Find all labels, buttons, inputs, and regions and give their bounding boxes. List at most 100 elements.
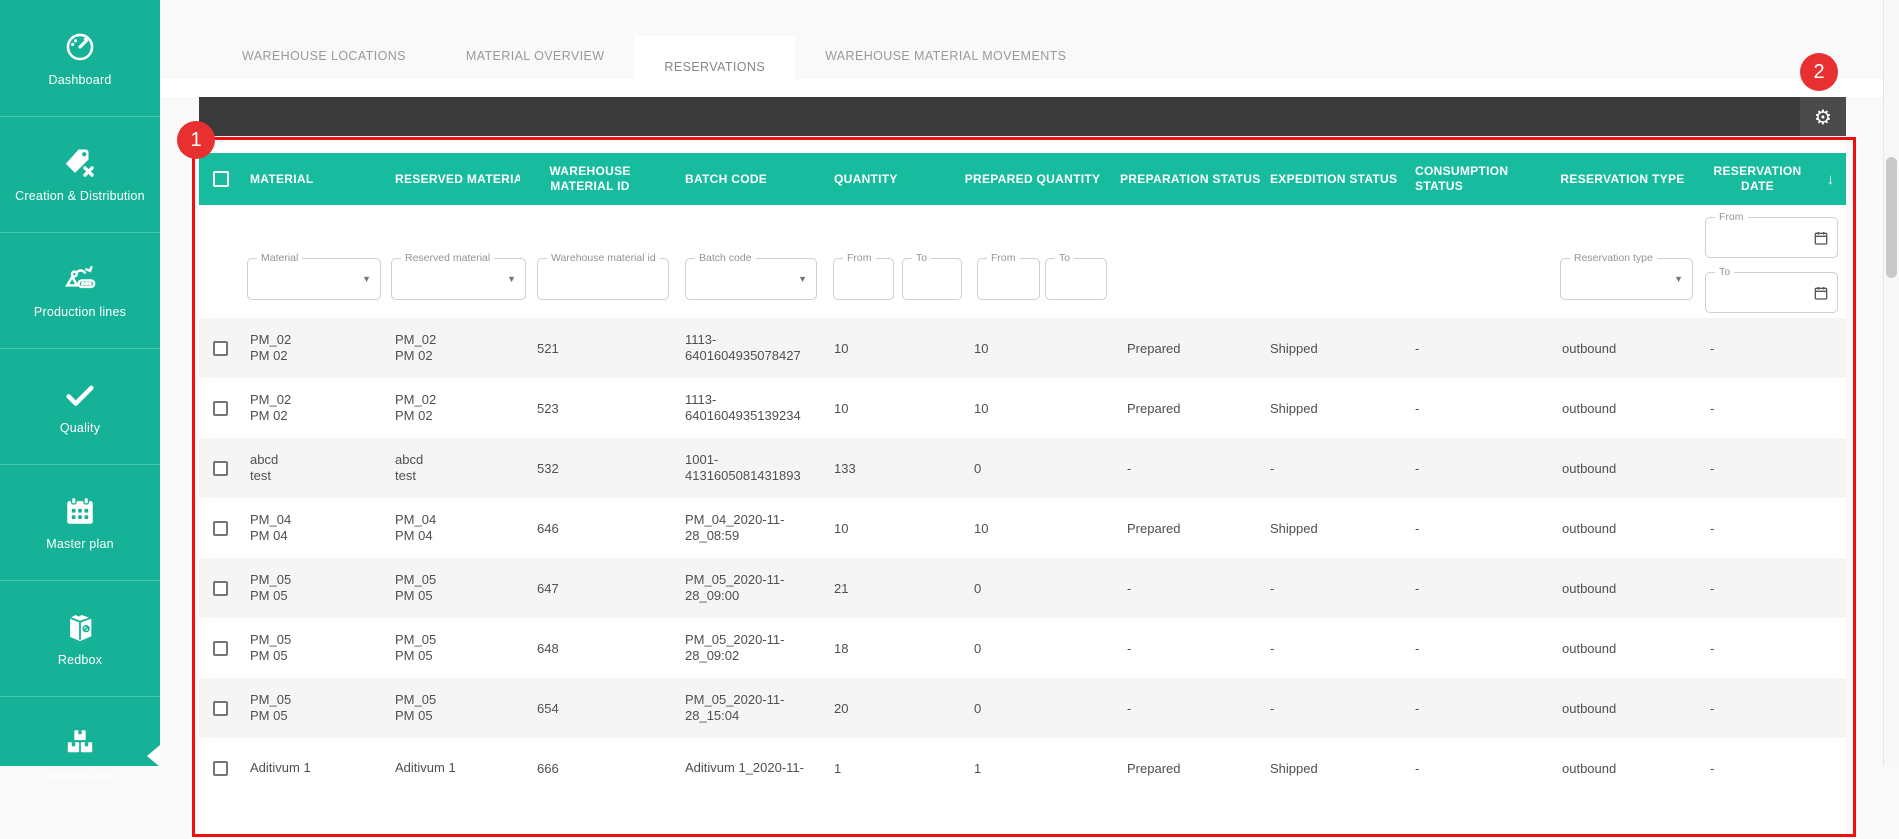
header-cell-reservation-type[interactable]: RESERVATION TYPE [1545,172,1700,187]
tab-material-overview[interactable]: MATERIAL OVERVIEW [436,36,635,76]
cell-material: abcd test [250,452,279,483]
table-row[interactable]: PM_05 PM 05 PM_05 PM 05 654 PM_05_2020-11-28_… [199,678,1846,738]
filter-reservation-type-input[interactable] [1569,267,1663,293]
sidebar-item-redbox[interactable]: Redbox [0,580,160,696]
table-row[interactable]: abcd test abcd test 532 1001-4131605081431893… [199,438,1846,498]
active-item-arrow-icon [147,745,160,767]
cell-reservation-type: outbound [1562,340,1617,356]
filter-reserved-material-select[interactable]: Reserved material ▼ [391,252,526,300]
cell-quantity: 18 [834,640,849,656]
filter-quantity-to[interactable]: To [902,252,962,300]
sidebar-item-dashboard[interactable]: Dashboard [0,0,160,116]
row-checkbox[interactable] [213,460,228,476]
chevron-down-icon: ▼ [362,274,371,284]
header-cell-quantity[interactable]: QUANTITY [830,172,955,187]
header-cell-batch-code[interactable]: BATCH CODE [660,172,830,187]
header-cell-prepared-quantity[interactable]: PREPARED QUANTITY [955,172,1110,187]
cell-quantity: 133 [834,460,856,476]
cell-warehouse-material-id: 666 [537,760,559,776]
cell-quantity: 21 [834,580,849,596]
filter-reserved-material-input[interactable] [400,267,495,293]
reservations-table: MATERIAL RESERVED MATERIAL WAREHOUSE MAT… [199,139,1846,839]
filter-warehouse-material-id-input[interactable] [546,267,656,293]
row-checkbox[interactable] [213,400,228,416]
header-cell-preparation-status[interactable]: PREPARATION STATUS [1110,172,1260,187]
header-cell-expedition-status[interactable]: EXPEDITION STATUS [1260,172,1405,187]
scrollbar-thumb[interactable] [1886,157,1897,278]
row-checkbox[interactable] [213,580,228,596]
vertical-scrollbar[interactable] [1883,0,1899,766]
filter-prepared-quantity-to[interactable]: To [1045,252,1107,300]
calendar-icon[interactable] [1813,285,1829,306]
table-row[interactable]: PM_05 PM 05 PM_05 PM 05 647 PM_05_2020-11-28_… [199,558,1846,618]
header-cell-reservation-date[interactable]: RESERVATION DATE [1700,164,1815,194]
filter-reservation-date-to-input[interactable] [1714,281,1802,307]
table-row[interactable]: PM_04 PM 04 PM_04 PM 04 646 PM_04_2020-11-28_… [199,498,1846,558]
header-cell-material[interactable]: MATERIAL [240,172,385,187]
filter-reservation-date-to[interactable]: To [1705,266,1838,313]
cell-prepared-quantity: 10 [974,520,989,536]
sidebar-item-creation-distribution[interactable]: Creation & Distribution [0,116,160,232]
filter-batch-code-select[interactable]: Batch code ▼ [685,252,817,300]
table-row[interactable]: PM_02 PM 02 PM_02 PM 02 523 1113-640160493513… [199,378,1846,438]
production-lines-icon [63,262,97,296]
filter-reservation-date-from-input[interactable] [1714,226,1802,252]
filter-warehouse-material-id[interactable]: Warehouse material id [537,252,669,300]
cell-checkbox [199,520,240,536]
filter-quantity-from[interactable]: From [833,252,894,300]
filter-batch-code-input[interactable] [694,267,786,293]
cell-prepared-quantity: 10 [974,340,989,356]
table-body: PM_02 PM 02 PM_02 PM 02 521 1113-640160493507… [199,318,1846,798]
row-checkbox[interactable] [213,700,228,716]
cell-expedition-status: - [1270,580,1275,596]
filter-reservation-type-select[interactable]: Reservation type ▼ [1560,252,1693,300]
filter-prepared-quantity-from[interactable]: From [977,252,1040,300]
header-cell-consumption-status[interactable]: CONSUMPTION STATUS [1405,164,1545,194]
cell-preparation-status: Prepared [1127,400,1181,416]
filter-prepared-quantity-from-label: From [987,252,1020,264]
filter-material-input[interactable] [256,267,351,293]
cell-consumption-status: - [1415,460,1420,476]
sidebar-item-master-plan[interactable]: Master plan [0,464,160,580]
filter-prepared-quantity-to-input[interactable] [1054,267,1097,293]
cell-material: PM_05 PM 05 [250,632,292,663]
filter-quantity-to-input[interactable] [911,267,952,293]
cell-preparation-status: Prepared [1127,760,1181,776]
cell-reserved-material: PM_02 PM 02 [395,392,437,423]
cell-reservation-date: - [1710,520,1715,536]
sidebar-item-quality[interactable]: Quality [0,348,160,464]
filter-reservation-date-from[interactable]: From [1705,211,1838,258]
tab-reservations[interactable]: RESERVATIONS [634,36,796,97]
filter-prepared-quantity-from-input[interactable] [986,267,1030,293]
cell-preparation-status: - [1127,580,1132,596]
table-header-row: MATERIAL RESERVED MATERIAL WAREHOUSE MAT… [199,153,1846,205]
sidebar-item-warehouses[interactable]: Warehouses [0,696,160,812]
settings-button[interactable]: ⚙ [1800,97,1846,136]
tab-warehouse-material-movements[interactable]: WAREHOUSE MATERIAL MOVEMENTS [795,36,1096,76]
cell-batch-code: 1113-6401604935078427 [685,332,801,363]
header-cell-select-all [199,171,240,187]
row-checkbox[interactable] [213,640,228,656]
row-checkbox[interactable] [213,520,228,536]
header-cell-warehouse-material-id[interactable]: WAREHOUSE MATERIAL ID [520,164,660,194]
header-cell-reserved-material[interactable]: RESERVED MATERIAL [385,172,520,187]
filter-quantity-to-label: To [912,252,932,264]
sort-descending-icon[interactable]: ↓ [1815,172,1846,187]
select-all-checkbox[interactable] [212,171,229,187]
table-row[interactable]: Aditivum 1 Aditivum 1 666 Aditivum 1_2020-1… [199,738,1846,798]
sidebar-item-label: Warehouses [44,769,116,783]
tab-warehouse-locations[interactable]: WAREHOUSE LOCATIONS [212,36,436,76]
row-checkbox[interactable] [213,340,228,356]
table-row[interactable]: PM_02 PM 02 PM_02 PM 02 521 1113-640160493507… [199,318,1846,378]
table-row[interactable]: PM_05 PM 05 PM_05 PM 05 648 PM_05_2020-11-28_… [199,618,1846,678]
filter-material-select[interactable]: Material ▼ [247,252,381,300]
filter-quantity-from-input[interactable] [842,267,884,293]
cell-reservation-date: - [1710,400,1715,416]
calendar-icon[interactable] [1813,230,1829,251]
cell-reservation-type: outbound [1562,460,1617,476]
sidebar-item-production-lines[interactable]: Production lines [0,232,160,348]
cell-consumption-status: - [1415,580,1420,596]
cell-reservation-date: - [1710,700,1715,716]
sidebar-item-label: Redbox [57,653,103,667]
row-checkbox[interactable] [213,760,228,776]
